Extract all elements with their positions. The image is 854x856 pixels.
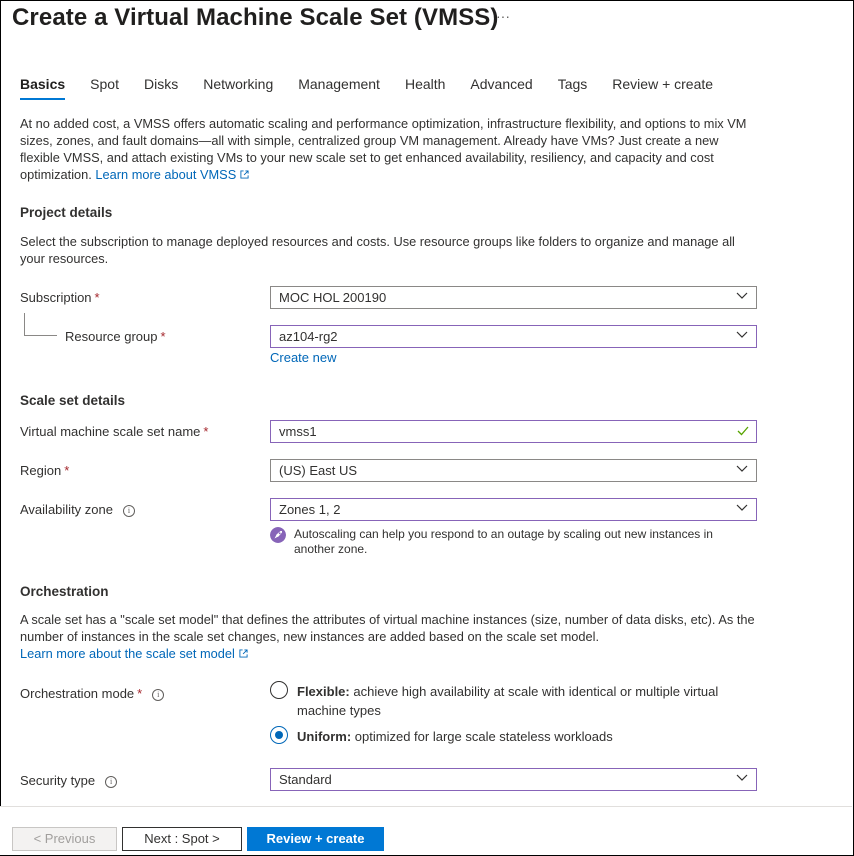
next-spot-button[interactable]: Next : Spot >: [122, 827, 242, 851]
chevron-down-icon: [736, 774, 748, 781]
orchestration-paragraph: A scale set has a "scale set model" that…: [20, 611, 760, 662]
tab-health[interactable]: Health: [405, 74, 445, 102]
info-icon[interactable]: i: [122, 505, 135, 517]
security-type-select[interactable]: Standard: [270, 768, 757, 791]
review-create-button[interactable]: Review + create: [247, 827, 384, 851]
page-title: Create a Virtual Machine Scale Set (VMSS…: [12, 4, 499, 31]
intro-paragraph: At no added cost, a VMSS offers automati…: [20, 115, 750, 183]
external-link-icon: [239, 649, 248, 658]
project-details-heading: Project details: [20, 205, 113, 220]
checkmark-icon: [737, 426, 749, 436]
learn-more-scale-set-model-link[interactable]: Learn more about the scale set model: [20, 646, 248, 661]
required-marker: *: [160, 329, 166, 344]
subscription-value: MOC HOL 200190: [279, 290, 387, 305]
uniform-desc: optimized for large scale stateless work…: [354, 729, 613, 744]
security-type-value: Standard: [279, 772, 332, 787]
orchestration-desc: A scale set has a "scale set model" that…: [20, 612, 755, 644]
orchestration-mode-label-text: Orchestration mode: [20, 686, 135, 701]
flexible-desc: achieve high availability at scale with …: [297, 684, 719, 718]
tab-basics[interactable]: Basics: [20, 74, 66, 102]
scale-set-name-label: Virtual machine scale set name *: [20, 424, 208, 439]
uniform-option-text: Uniform: optimized for large scale state…: [297, 727, 747, 746]
availability-zone-label-text: Availability zone: [20, 502, 113, 517]
resource-group-label: Resource group *: [65, 329, 166, 344]
scale-set-details-heading: Scale set details: [20, 393, 126, 408]
required-marker: *: [137, 686, 143, 701]
flexible-title: Flexible:: [297, 684, 350, 699]
external-link-icon: [240, 170, 249, 179]
chevron-down-icon: [736, 331, 748, 338]
region-label: Region *: [20, 463, 69, 478]
required-marker: *: [94, 290, 100, 305]
tab-advanced[interactable]: Advanced: [470, 74, 532, 102]
uniform-title: Uniform:: [297, 729, 352, 744]
learn-more-scale-set-model-label: Learn more about the scale set model: [20, 646, 235, 661]
flexible-radio[interactable]: [270, 681, 288, 699]
info-icon[interactable]: i: [105, 776, 118, 788]
required-marker: *: [203, 424, 209, 439]
region-select[interactable]: (US) East US: [270, 459, 757, 482]
tab-review-create[interactable]: Review + create: [612, 74, 713, 102]
security-type-label: Security type i: [20, 773, 118, 788]
tab-management[interactable]: Management: [298, 74, 380, 102]
region-value: (US) East US: [279, 463, 358, 478]
chevron-down-icon: [736, 292, 748, 299]
orchestration-heading: Orchestration: [20, 584, 109, 599]
resource-group-value: az104-rg2: [279, 329, 338, 344]
chevron-down-icon: [736, 504, 748, 511]
tab-spot[interactable]: Spot: [90, 74, 119, 102]
subscription-label: Subscription *: [20, 290, 100, 305]
tab-disks[interactable]: Disks: [144, 74, 178, 102]
resource-group-label-text: Resource group: [65, 329, 158, 344]
resource-group-select[interactable]: az104-rg2: [270, 325, 757, 348]
required-marker: *: [64, 463, 70, 478]
tab-bar: Basics Spot Disks Networking Management …: [20, 74, 738, 102]
chevron-down-icon: [736, 465, 748, 472]
tree-connector: [24, 313, 57, 336]
security-type-label-text: Security type: [20, 773, 96, 788]
availability-zone-select[interactable]: Zones 1, 2: [270, 498, 757, 521]
info-icon[interactable]: i: [152, 689, 165, 701]
orchestration-mode-label: Orchestration mode * i: [20, 686, 165, 701]
scale-set-name-value: vmss1: [279, 424, 317, 439]
subscription-select[interactable]: MOC HOL 200190: [270, 286, 757, 309]
scale-set-name-input[interactable]: vmss1: [270, 420, 757, 443]
create-new-link[interactable]: Create new: [270, 350, 336, 365]
subscription-label-text: Subscription: [20, 290, 92, 305]
autoscaling-note: Autoscaling can help you respond to an o…: [294, 527, 713, 556]
tab-tags[interactable]: Tags: [558, 74, 588, 102]
scale-set-name-label-text: Virtual machine scale set name: [20, 424, 201, 439]
learn-more-vmss-link[interactable]: Learn more about VMSS: [95, 167, 249, 182]
availability-zone-value: Zones 1, 2: [279, 502, 341, 517]
availability-zone-label: Availability zone i: [20, 502, 135, 517]
rocket-icon: [270, 527, 286, 543]
project-details-desc: Select the subscription to manage deploy…: [20, 234, 735, 266]
region-label-text: Region: [20, 463, 62, 478]
learn-more-vmss-label: Learn more about VMSS: [95, 167, 237, 182]
previous-button[interactable]: < Previous: [12, 827, 117, 851]
flexible-option-text: Flexible: achieve high availability at s…: [297, 682, 747, 720]
tab-networking[interactable]: Networking: [203, 74, 273, 102]
uniform-radio[interactable]: [270, 726, 288, 744]
more-options-button[interactable]: ···: [496, 8, 510, 24]
